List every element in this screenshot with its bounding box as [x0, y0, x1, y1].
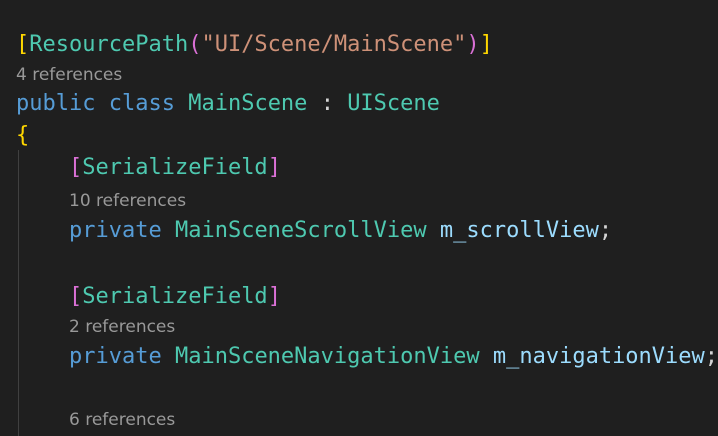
- code-line-attribute[interactable]: [SerializeField]: [69, 282, 281, 312]
- attribute-name: SerializeField: [82, 155, 268, 180]
- codelens-references[interactable]: 4 references: [16, 62, 122, 88]
- paren: (: [188, 32, 202, 57]
- code-line-field[interactable]: private MainSceneScrollView m_scrollView…: [69, 216, 612, 246]
- type-name: MainSceneScrollView: [174, 218, 427, 243]
- bracket: ]: [267, 284, 281, 309]
- codelens-references[interactable]: 10 references: [69, 188, 186, 214]
- keyword: private: [69, 344, 162, 369]
- base-class: UIScene: [347, 91, 440, 116]
- keyword: class: [108, 91, 175, 116]
- bracket: [: [69, 284, 83, 309]
- bracket: ]: [479, 32, 493, 57]
- paren: ): [466, 32, 480, 57]
- code-line-attribute[interactable]: [ResourcePath("UI/Scene/MainScene")]: [16, 30, 493, 60]
- colon: :: [320, 91, 334, 116]
- keyword: public: [16, 91, 96, 116]
- codelens-references[interactable]: 2 references: [69, 314, 175, 340]
- field-name: m_scrollView: [439, 218, 599, 243]
- codelens-references[interactable]: 6 references: [69, 407, 175, 433]
- type-name: MainSceneNavigationView: [174, 344, 480, 369]
- indent-guide: [18, 150, 19, 436]
- bracket: ]: [267, 155, 281, 180]
- code-line-class-decl[interactable]: public class MainScene : UIScene: [16, 89, 440, 119]
- attribute-name: ResourcePath: [29, 32, 189, 57]
- semicolon: ;: [704, 344, 718, 369]
- attribute-name: SerializeField: [82, 284, 268, 309]
- bracket: [: [69, 155, 83, 180]
- bracket: [: [16, 32, 30, 57]
- keyword: private: [69, 218, 162, 243]
- string-literal: "UI/Scene/MainScene": [201, 32, 467, 57]
- field-name: m_navigationView: [492, 344, 705, 369]
- class-name: MainScene: [188, 91, 308, 116]
- semicolon: ;: [598, 218, 613, 243]
- code-line-field[interactable]: private MainSceneNavigationView m_naviga…: [69, 342, 718, 372]
- open-brace[interactable]: {: [16, 121, 29, 151]
- code-line-attribute[interactable]: [SerializeField]: [69, 153, 281, 183]
